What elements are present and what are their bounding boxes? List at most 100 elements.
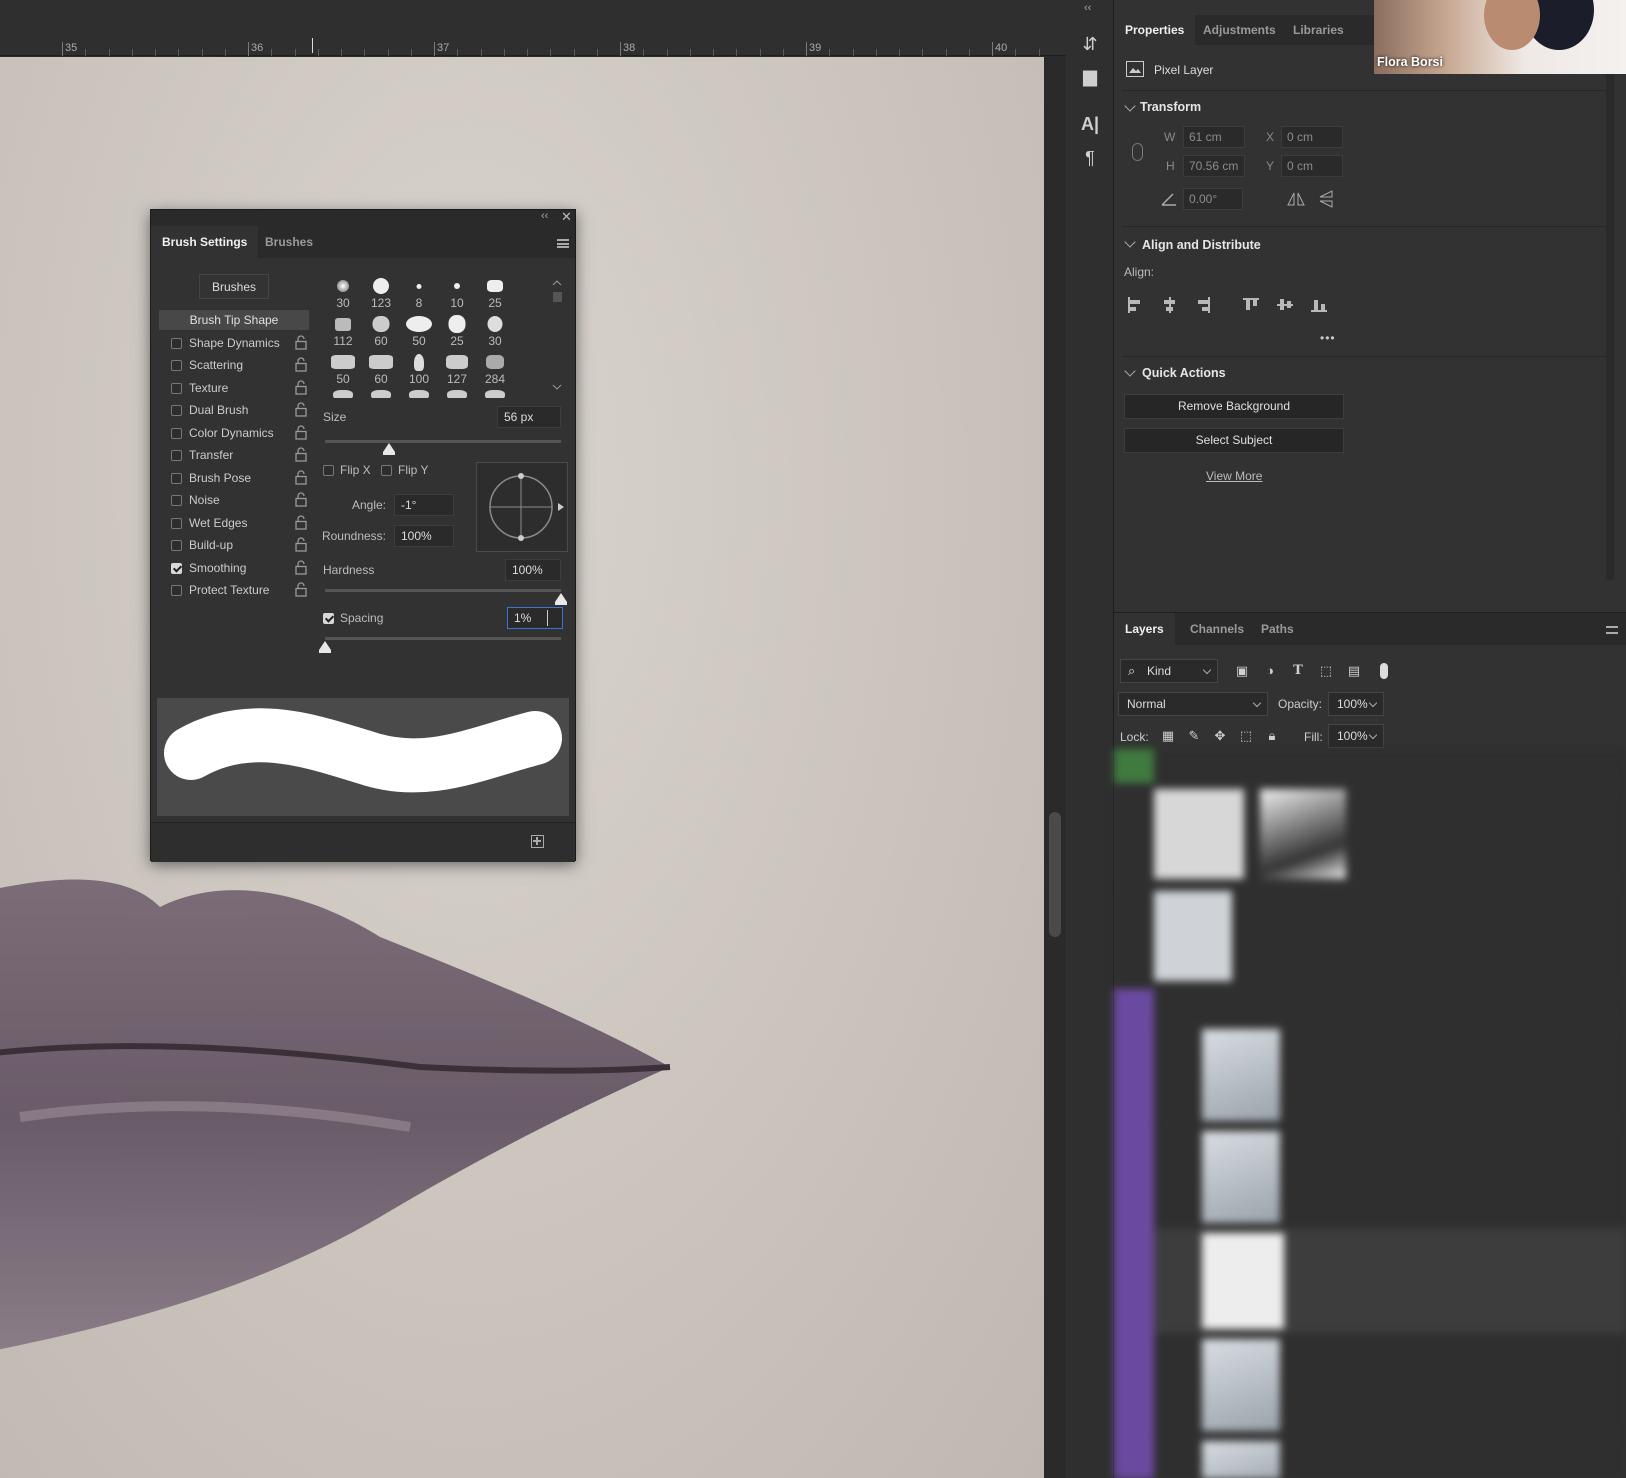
lock-icon[interactable]	[295, 402, 307, 417]
filter-type-icon[interactable]: T	[1290, 663, 1306, 679]
canvas-scroll-thumb[interactable]	[1049, 812, 1061, 937]
align-bottom-icon[interactable]	[1310, 296, 1328, 314]
tab-libraries[interactable]: Libraries	[1282, 15, 1355, 45]
filter-shape-icon[interactable]: ⬚	[1318, 663, 1334, 679]
layer-filter-kind[interactable]: Kind ⌕	[1120, 659, 1218, 683]
selected-layer-row[interactable]	[1154, 1229, 1626, 1333]
brush-option-smoothing[interactable]: Smoothing	[159, 558, 309, 578]
lock-transparent-icon[interactable]: ▦	[1160, 728, 1176, 744]
transform-title[interactable]: Transform	[1140, 100, 1201, 114]
filter-pixel-icon[interactable]: ▣	[1234, 663, 1250, 679]
brush-option-build-up[interactable]: Build-up	[159, 535, 309, 555]
brush-option-noise[interactable]: Noise	[159, 490, 309, 510]
spacing-slider-track[interactable]	[325, 637, 561, 640]
hardness-field[interactable]: 100%	[505, 559, 561, 581]
properties-scrollbar[interactable]	[1606, 60, 1614, 580]
align-chevron-icon[interactable]	[1124, 236, 1136, 248]
lock-icon[interactable]	[295, 492, 307, 507]
brush-option-transfer[interactable]: Transfer	[159, 445, 309, 465]
brush-tip-partial[interactable]	[485, 390, 505, 398]
link-icon[interactable]	[1132, 143, 1143, 161]
collapse-icon[interactable]: ‹‹	[541, 210, 548, 222]
panel-titlebar[interactable]: ‹‹ ✕	[151, 209, 575, 226]
lock-all-icon[interactable]: 🔒︎	[1264, 728, 1280, 744]
hardness-slider-track[interactable]	[325, 589, 561, 592]
size-slider-thumb[interactable]	[382, 443, 395, 455]
brush-angle-widget[interactable]	[476, 462, 568, 552]
align-left-icon[interactable]	[1126, 296, 1144, 314]
y-field[interactable]: 0 cm	[1281, 155, 1343, 177]
layer-row[interactable]	[1154, 1335, 1626, 1435]
lock-artboard-icon[interactable]: ⬚	[1238, 728, 1254, 744]
brush-option-color-dynamics[interactable]: Color Dynamics	[159, 423, 309, 443]
paragraph-icon[interactable]: ¶	[1078, 146, 1102, 170]
brush-tip-grid[interactable]: 30 123 8 10 25 112 60 50 25 30 50 60 100 127 284	[323, 274, 567, 398]
filter-smart-object-icon[interactable]: ▤	[1346, 663, 1362, 679]
brush-tip[interactable]: 30	[475, 312, 515, 350]
size-slider-track[interactable]	[325, 440, 561, 443]
option-checkbox[interactable]	[171, 472, 182, 484]
collapse-panels-icon[interactable]: ‹‹	[1084, 2, 1091, 14]
layers-menu-icon[interactable]	[1606, 626, 1618, 634]
hardness-slider-thumb[interactable]	[555, 593, 567, 605]
option-checkbox[interactable]	[171, 405, 182, 416]
option-checkbox[interactable]	[171, 337, 182, 349]
flip-vertical-icon[interactable]	[1318, 189, 1334, 209]
width-field[interactable]: 61 cm	[1183, 126, 1245, 148]
brush-tip-partial[interactable]	[371, 390, 391, 398]
brush-option-dual-brush[interactable]: Dual Brush	[159, 400, 309, 420]
tab-paths[interactable]: Paths	[1250, 613, 1305, 645]
lock-icon[interactable]	[295, 357, 307, 372]
brush-option-wet-edges[interactable]: Wet Edges	[159, 513, 309, 533]
quick-actions-chevron-icon[interactable]	[1124, 365, 1136, 377]
align-right-icon[interactable]	[1194, 296, 1212, 314]
brush-tip[interactable]: 25	[437, 312, 477, 350]
spacing-checkbox[interactable]	[323, 613, 334, 624]
spacing-slider-thumb[interactable]	[319, 641, 331, 653]
brush-tip[interactable]: 50	[399, 312, 439, 350]
brush-option-brush-tip-shape[interactable]: Brush Tip Shape	[159, 310, 309, 330]
opacity-field[interactable]: 100%	[1328, 692, 1384, 716]
layer-row[interactable]	[1154, 1437, 1626, 1478]
brush-tip-partial[interactable]	[333, 390, 353, 398]
brush-tip-partial[interactable]	[409, 390, 429, 398]
lock-icon[interactable]	[295, 447, 307, 462]
brush-option-protect-texture[interactable]: Protect Texture	[159, 580, 309, 600]
history-icon[interactable]: ⇵	[1078, 32, 1102, 56]
option-checkbox[interactable]	[171, 495, 182, 506]
spacing-field[interactable]: 1%	[507, 607, 563, 629]
comments-icon[interactable]: ▆	[1078, 64, 1102, 88]
transform-chevron-icon[interactable]	[1124, 100, 1136, 112]
lock-icon[interactable]	[295, 334, 307, 350]
align-top-icon[interactable]	[1242, 296, 1260, 314]
lock-icon[interactable]	[295, 514, 307, 530]
brush-option-brush-pose[interactable]: Brush Pose	[159, 468, 309, 488]
brush-tip[interactable]: 60	[361, 350, 401, 388]
lock-icon[interactable]	[295, 469, 307, 485]
brush-tip[interactable]: 60	[361, 312, 401, 350]
align-title[interactable]: Align and Distribute	[1142, 238, 1261, 252]
filter-adjustment-icon[interactable]: ◑	[1262, 663, 1278, 679]
option-checkbox[interactable]	[171, 540, 182, 551]
brush-tip[interactable]: 123	[361, 274, 401, 312]
flip-y-checkbox[interactable]	[381, 465, 392, 476]
brush-tip[interactable]: 30	[323, 274, 363, 312]
align-vertical-center-icon[interactable]	[1276, 296, 1294, 314]
flip-x-checkbox[interactable]	[323, 465, 334, 476]
brush-tip[interactable]: 127	[437, 350, 477, 388]
height-field[interactable]: 70.56 cm	[1183, 155, 1245, 177]
tip-grid-scrollbar[interactable]	[551, 278, 563, 398]
filter-toggle-icon[interactable]	[1380, 663, 1388, 679]
canvas-scrollbar[interactable]	[1044, 57, 1066, 1478]
layer-row[interactable]	[1114, 785, 1626, 885]
tab-brushes[interactable]: Brushes	[254, 226, 324, 258]
brush-tip-partial[interactable]	[447, 390, 467, 398]
align-horizontal-center-icon[interactable]	[1161, 296, 1179, 314]
lock-icon[interactable]	[295, 559, 307, 575]
option-checkbox[interactable]	[171, 382, 182, 394]
lock-icon[interactable]	[295, 582, 307, 597]
layer-list[interactable]	[1114, 749, 1626, 1478]
tab-channels[interactable]: Channels	[1179, 613, 1255, 645]
layer-row[interactable]	[1154, 1025, 1626, 1125]
flip-horizontal-icon[interactable]	[1286, 191, 1306, 207]
